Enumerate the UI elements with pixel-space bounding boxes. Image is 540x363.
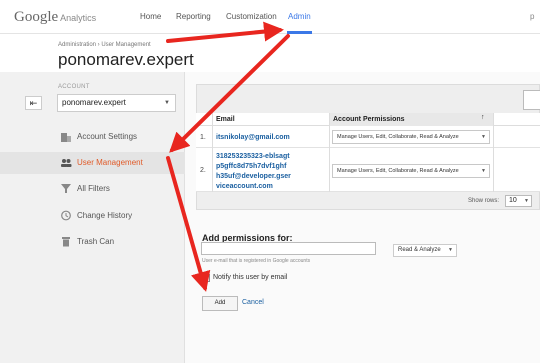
show-rows-select[interactable]: 10 ▼ — [505, 195, 532, 207]
chevron-down-icon: ▼ — [524, 198, 529, 204]
building-icon — [60, 131, 72, 142]
column-divider — [493, 113, 494, 192]
email-field[interactable] — [201, 242, 376, 255]
email-line: viceaccount.com — [216, 183, 273, 190]
sidebar-item-label: All Filters — [77, 184, 110, 193]
nav-active-indicator — [287, 31, 312, 34]
sidebar-item-trash-can[interactable]: Trash Can — [0, 231, 185, 253]
permissions-select[interactable]: Manage Users, Edit, Collaborate, Read & … — [332, 130, 490, 144]
chevron-down-icon: ▼ — [448, 247, 453, 253]
email-line: 318253235323-eblsagt — [216, 153, 290, 160]
sidebar-item-change-history[interactable]: Change History — [0, 205, 185, 227]
permissions-value: Manage Users, Edit, Collaborate, Read & … — [337, 168, 459, 174]
column-header-email[interactable]: Email — [216, 116, 235, 123]
notify-label: Notify this user by email — [213, 274, 288, 281]
row-number: 2. — [200, 167, 206, 174]
back-arrow-icon[interactable]: ⇤ — [25, 96, 42, 110]
show-rows-value: 10 — [509, 197, 517, 204]
sidebar-item-label: Change History — [77, 211, 133, 220]
chevron-down-icon: ▼ — [164, 100, 170, 106]
column-header-permissions[interactable]: Account Permissions — [333, 116, 405, 123]
new-user-permission-select[interactable]: Read & Analyze ▼ — [393, 244, 457, 257]
permissions-select[interactable]: Manage Users, Edit, Collaborate, Read & … — [332, 164, 490, 178]
row-number: 1. — [200, 134, 206, 141]
show-rows-label: Show rows: — [468, 198, 500, 204]
column-divider — [329, 113, 330, 192]
notify-checkbox[interactable] — [202, 274, 210, 282]
nav-reporting[interactable]: Reporting — [176, 12, 211, 21]
nav-customization[interactable]: Customization — [226, 12, 277, 21]
nav-home[interactable]: Home — [140, 12, 161, 21]
filter-icon — [60, 183, 72, 194]
logo-google-text: Google — [14, 9, 59, 25]
sidebar-item-user-management[interactable]: User Management — [0, 152, 185, 174]
sidebar-item-account-settings[interactable]: Account Settings — [0, 126, 185, 148]
account-select[interactable]: ponomarev.expert ▼ — [57, 94, 176, 112]
trash-icon — [60, 236, 72, 247]
user-email[interactable]: 318253235323-eblsagt p5gffc8d75h7dvf1ghf… — [216, 152, 324, 192]
account-select-value: ponomarev.expert — [62, 98, 126, 107]
email-line: h35uf@developer.gser — [216, 173, 291, 180]
google-analytics-logo[interactable]: Google Analytics — [14, 9, 96, 26]
breadcrumb[interactable]: Administration › User Management — [58, 42, 151, 48]
cancel-link[interactable]: Cancel — [242, 299, 264, 306]
user-email[interactable]: itsnikolay@gmail.com — [216, 133, 324, 143]
nav-admin[interactable]: Admin — [288, 12, 311, 21]
sidebar-item-all-filters[interactable]: All Filters — [0, 178, 185, 200]
sidebar-item-label: Trash Can — [77, 237, 115, 246]
email-hint: User e-mail that is registered in Google… — [202, 258, 311, 264]
table-search-input[interactable] — [523, 90, 540, 110]
new-user-permission-value: Read & Analyze — [398, 247, 441, 253]
sidebar-item-label: Account Settings — [77, 132, 138, 141]
chevron-down-icon: ▼ — [481, 134, 486, 140]
permissions-value: Manage Users, Edit, Collaborate, Read & … — [337, 134, 459, 140]
ga-admin-page: Google Analytics Home Reporting Customiza… — [0, 0, 540, 363]
sidebar-item-label: User Management — [77, 158, 143, 167]
users-icon — [60, 157, 72, 168]
page-title: ponomarev.expert — [58, 50, 194, 69]
history-icon — [60, 210, 72, 221]
sort-up-icon[interactable]: ↑ — [481, 114, 485, 121]
account-label: ACCOUNT — [58, 84, 90, 90]
add-button[interactable]: Add — [202, 296, 238, 311]
logo-analytics-text: Analytics — [60, 13, 97, 23]
user-menu[interactable]: p — [530, 12, 534, 21]
column-divider — [212, 113, 213, 192]
chevron-down-icon: ▼ — [481, 168, 486, 174]
email-line: p5gffc8d75h7dvf1ghf — [216, 163, 287, 170]
